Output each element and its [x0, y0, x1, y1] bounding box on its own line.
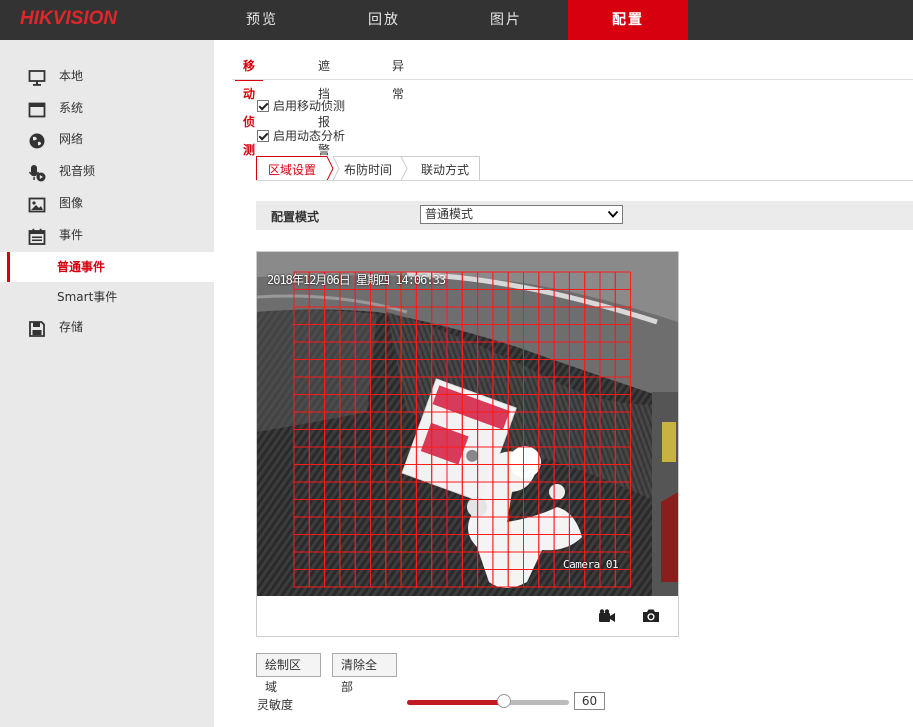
nav-picture[interactable]: 图片 [446, 0, 566, 40]
tab-tamper-alarm[interactable]: 遮挡报警 [318, 52, 330, 157]
checkbox-checked[interactable] [257, 100, 269, 112]
tab-motion-detection[interactable]: 移动侦测 [235, 52, 264, 157]
tab-divider [232, 79, 913, 80]
sidebar-item-local[interactable]: 本地 [0, 61, 214, 91]
nav-preview[interactable]: 预览 [202, 0, 322, 40]
video-panel: 2018年12月06日 星期四 14:06:33 Camera 01 [256, 251, 679, 637]
nav-configuration[interactable]: 配置 [568, 0, 688, 40]
sidebar-item-system[interactable]: 系统 [0, 93, 214, 123]
sensitivity-slider-track[interactable] [407, 700, 569, 705]
config-mode-select[interactable]: 普通模式 [420, 205, 623, 224]
sensitivity-value-input[interactable]: 60 [574, 692, 605, 710]
sidebar-item-event[interactable]: 事件 [0, 220, 214, 250]
nav-playback[interactable]: 回放 [324, 0, 444, 40]
sidebar-item-image[interactable]: 图像 [0, 188, 214, 218]
sidebar-subitem-label: 普通事件 [57, 260, 106, 274]
sidebar-item-label: 图像 [59, 196, 84, 210]
video-record-icon[interactable] [598, 609, 616, 623]
microphone-icon [28, 163, 46, 182]
sidebar-item-video-audio[interactable]: 视音频 [0, 156, 214, 186]
draw-area-button[interactable]: 绘制区域 [256, 653, 321, 694]
camera-snapshot-icon[interactable] [642, 608, 660, 623]
clear-all-button[interactable]: 清除全部 [332, 653, 397, 694]
subtab-linkage-method[interactable]: 联动方式 [421, 161, 469, 178]
sidebar-item-label: 网络 [59, 132, 84, 146]
floppy-icon [28, 319, 46, 337]
sidebar-subitem-basic-event[interactable]: 普通事件 [0, 252, 214, 282]
window-icon [28, 100, 46, 118]
sidebar-item-storage[interactable]: 存储 [0, 312, 214, 342]
calendar-icon [28, 227, 46, 245]
tab-exception[interactable]: 异常 [392, 52, 404, 101]
tab-label: 移动侦测 [243, 59, 256, 157]
checkbox-label: 启用动态分析 [273, 129, 346, 143]
sensitivity-label: 灵敏度 [257, 698, 294, 712]
sidebar-item-label: 事件 [59, 228, 84, 242]
subtab-area-settings[interactable]: 区域设置 [268, 161, 316, 178]
globe-icon [28, 131, 46, 149]
monitor-icon [28, 68, 46, 86]
subtab-divider [256, 180, 913, 181]
top-bar: HIKVISION 预览 回放 图片 配置 [0, 0, 913, 40]
osd-datetime: 2018年12月06日 星期四 14:06:33 [267, 273, 446, 287]
sensitivity-slider-handle[interactable] [497, 694, 512, 708]
config-mode-row: 配置模式 普通模式 [256, 201, 913, 230]
osd-camera-name: Camera 01 [563, 558, 619, 571]
sidebar-item-network[interactable]: 网络 [0, 124, 214, 154]
hikvision-logo: HIKVISION [20, 8, 118, 29]
checkbox-label: 启用移动侦测 [273, 99, 346, 113]
sidebar-item-label: 存储 [59, 320, 84, 334]
sensitivity-slider-fill [407, 700, 505, 705]
video-toolbar [257, 596, 678, 636]
select-value: 普通模式 [425, 207, 474, 221]
image-icon [28, 195, 46, 213]
tab-label: 异常 [392, 59, 405, 101]
chevron-down-icon [607, 208, 619, 220]
motion-detection-grid[interactable] [257, 252, 678, 596]
sidebar-subitem-label: Smart事件 [57, 290, 118, 304]
sidebar-subitem-smart-event[interactable]: Smart事件 [0, 282, 214, 312]
live-video[interactable]: 2018年12月06日 星期四 14:06:33 Camera 01 [257, 252, 678, 596]
sidebar-item-label: 视音频 [59, 164, 96, 178]
checkbox-checked[interactable] [257, 130, 269, 142]
sidebar: 本地 系统 网络 视音频 图像 事件 普通事件 Smart事件 存储 [0, 40, 214, 727]
sidebar-item-label: 本地 [59, 69, 84, 83]
config-mode-label: 配置模式 [271, 210, 320, 224]
sidebar-item-label: 系统 [59, 101, 84, 115]
subtab-arming-schedule[interactable]: 布防时间 [344, 161, 392, 178]
active-indicator [7, 252, 10, 282]
